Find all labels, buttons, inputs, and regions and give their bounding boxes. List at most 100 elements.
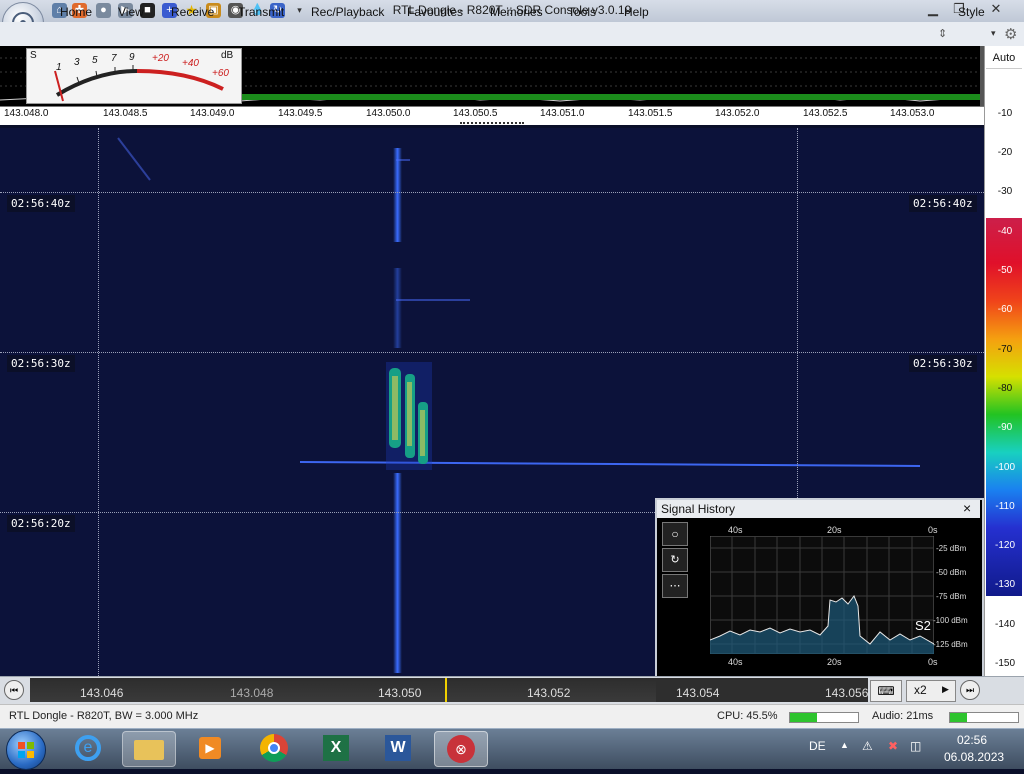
s-meter-tick: 9: [129, 52, 135, 63]
word-icon[interactable]: W: [372, 731, 424, 765]
time-label-left: 02:56:30z: [7, 355, 75, 372]
bottom-axis-tick: 143.050: [378, 686, 422, 700]
menu-memories[interactable]: Memories: [490, 5, 543, 19]
signal-history-close-button[interactable]: ×: [963, 500, 971, 516]
history-top-axis-tick: 20s: [827, 525, 842, 535]
bottom-axis-tick: 143.054: [676, 686, 720, 700]
menu-favourites[interactable]: Favourites: [407, 5, 463, 19]
tray-volume-icon[interactable]: ◫: [910, 739, 921, 753]
menu-receive[interactable]: Receive: [171, 5, 214, 19]
windows-logo-icon: [18, 742, 34, 758]
history-peak-icon[interactable]: ○: [662, 522, 688, 546]
db-tick: -90: [997, 422, 1013, 433]
top-axis-tick: 143.051.0: [540, 108, 585, 119]
splitter-handle[interactable]: [460, 122, 524, 127]
top-axis-tick: 143.049.0: [190, 108, 235, 119]
frequency-gridline: [98, 128, 99, 676]
top-axis-tick: 143.049.5: [278, 108, 323, 119]
db-tick: -130: [994, 579, 1015, 590]
history-y-tick: -75 dBm: [936, 592, 967, 601]
history-bottom-axis-tick: 40s: [728, 657, 743, 667]
zoom-value: x2: [914, 683, 927, 697]
tray-network-error-icon[interactable]: ✖: [888, 739, 898, 753]
db-tick: -50: [997, 265, 1013, 276]
top-axis-tick: 143.052.0: [715, 108, 760, 119]
bottom-axis-tick: 143.052: [527, 686, 571, 700]
cpu-meter: [789, 712, 859, 723]
db-tick: -80: [997, 383, 1013, 394]
menu-transmit[interactable]: Transmit: [238, 5, 284, 19]
start-orb[interactable]: [6, 730, 46, 770]
style-arrows-icon[interactable]: ⇕: [938, 27, 947, 40]
internet-explorer-icon[interactable]: e: [62, 731, 114, 765]
device-status: RTL Dongle - R820T, BW = 3.000 MHz: [9, 710, 199, 722]
db-tick: -120: [994, 540, 1015, 551]
file-explorer-icon[interactable]: [122, 731, 176, 767]
scroll-left-icon[interactable]: ⏮: [4, 680, 24, 700]
history-refresh-icon[interactable]: ↻: [662, 548, 688, 572]
menu-tools[interactable]: Tools: [568, 5, 596, 19]
bottom-axis-tick: 143.048: [230, 686, 274, 700]
spectrum-signal-strip: [240, 94, 984, 100]
db-tick: -20: [997, 147, 1013, 158]
audio-status: Audio: 21ms: [872, 710, 934, 722]
top-axis-tick: 143.051.5: [628, 108, 673, 119]
s-meter-tick: 7: [111, 53, 117, 64]
scroll-right-icon[interactable]: ⏭: [960, 680, 980, 700]
s-meter-tick: +20: [152, 53, 169, 64]
time-label-right: 02:56:40z: [909, 195, 977, 212]
time-gridline: [0, 352, 984, 353]
db-tick: -70: [997, 344, 1013, 355]
history-bottom-axis-tick: 0s: [928, 657, 938, 667]
top-axis-tick: 143.050.0: [366, 108, 411, 119]
menu-home[interactable]: Home: [60, 5, 92, 19]
style-chevron-icon[interactable]: ▾: [991, 28, 996, 39]
clock-time[interactable]: 02:56: [957, 733, 987, 747]
tuned-frequency-marker[interactable]: [445, 678, 447, 702]
language-indicator[interactable]: DE: [809, 739, 826, 753]
sdr-console-icon[interactable]: ⊗: [434, 731, 488, 767]
minimize-button[interactable]: ▁: [920, 0, 946, 18]
bottom-axis-tick: 143.056: [825, 686, 868, 700]
s-meter-s-label: S: [30, 50, 37, 61]
menu-view[interactable]: View: [118, 5, 144, 19]
db-tick: -60: [997, 304, 1013, 315]
zoom-arrow-icon[interactable]: ▶: [942, 684, 949, 695]
excel-icon[interactable]: X: [310, 731, 362, 765]
db-tick: -30: [997, 186, 1013, 197]
db-tick: -110: [995, 501, 1015, 512]
signal-history-title: Signal History: [661, 502, 736, 516]
tray-expand-icon[interactable]: ▲: [840, 740, 849, 750]
db-tick: -10: [997, 108, 1013, 119]
db-tick: -100: [994, 462, 1015, 473]
top-axis-tick: 143.048.0: [4, 108, 49, 119]
db-tick: -140: [994, 619, 1015, 630]
db-tick: -150: [994, 658, 1015, 669]
history-more-icon[interactable]: ⋯: [662, 574, 688, 598]
menu-rec-playback[interactable]: Rec/Playback: [311, 5, 384, 19]
top-axis-tick: 143.050.5: [453, 108, 498, 119]
history-top-axis-tick: 0s: [928, 525, 938, 535]
chrome-icon[interactable]: [248, 731, 300, 765]
signal-history-chart: [710, 536, 934, 654]
menu-bar: [0, 22, 1024, 47]
top-axis-tick: 143.052.5: [803, 108, 848, 119]
style-dropdown[interactable]: Style: [958, 5, 985, 19]
history-y-tick: -25 dBm: [936, 544, 967, 553]
gear-icon[interactable]: ⚙: [1004, 25, 1017, 43]
media-player-icon[interactable]: ▶: [184, 731, 236, 765]
cpu-meter-fill: [790, 713, 818, 722]
tray-device-icon[interactable]: ⚠: [862, 739, 873, 753]
top-axis-tick: 143.048.5: [103, 108, 148, 119]
time-gridline: [0, 192, 984, 193]
clock-date[interactable]: 06.08.2023: [944, 750, 1004, 764]
db-tick: -40: [997, 226, 1013, 237]
keyboard-icon[interactable]: ⌨: [870, 680, 902, 702]
cpu-status: CPU: 45.5%: [717, 710, 778, 722]
history-s-reading: S2: [915, 618, 931, 633]
auto-scale-button[interactable]: Auto: [986, 48, 1022, 69]
menu-help[interactable]: Help: [624, 5, 649, 19]
s-meter-tick: 3: [74, 57, 80, 68]
s-meter-tick: +40: [182, 58, 199, 69]
audio-meter-fill: [950, 713, 967, 722]
